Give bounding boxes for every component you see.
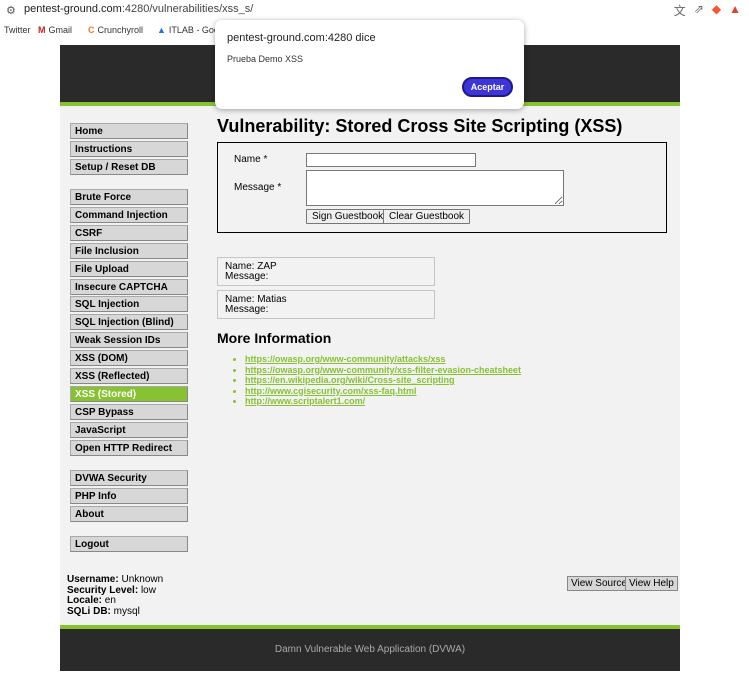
list-item: http://www.cgisecurity.com/xss-faq.html [245,386,521,397]
menu-item-xss-stored[interactable]: XSS (Stored) [70,385,188,402]
google-drive-icon: ▲ [157,25,166,35]
menu-item-insecure-captcha[interactable]: Insecure CAPTCHA [70,278,188,295]
sign-guestbook-button[interactable]: Sign Guestbook [306,209,390,224]
view-source-button[interactable]: View Source [567,576,631,591]
menu-item-logout[interactable]: Logout [70,536,188,552]
dialog-accept-button[interactable]: Aceptar [462,77,513,97]
clear-guestbook-button[interactable]: Clear Guestbook [383,209,471,224]
message-textarea[interactable] [306,170,564,206]
guestbook-form: Name * Message * Sign Guestbook Clear Gu… [217,142,667,233]
gmail-icon: M [38,25,46,35]
translate-icon[interactable]: 文 [674,2,686,19]
username-label: Username: [67,574,119,585]
view-help-button[interactable]: View Help [625,576,678,591]
dvwa-container: Home Instructions Setup / Reset DB Brute Fo… [60,45,680,671]
info-link[interactable]: http://www.scriptalert1.com/ [245,396,365,406]
menu-item-file-upload[interactable]: File Upload [70,260,188,277]
sqli-db-value: mysql [113,605,140,617]
guestbook-entry: Name: ZAP Message: [217,257,435,286]
menu-item-brute-force[interactable]: Brute Force [70,189,188,205]
menu-item-file-inclusion[interactable]: File Inclusion [70,242,188,259]
menu-item-weak-session-ids[interactable]: Weak Session IDs [70,332,188,349]
sqli-db-label: SQLi DB: [67,605,111,617]
bookmark-itlab[interactable]: ▲ ITLAB - Goc [157,25,218,35]
bookmark-crunchyroll[interactable]: C Crunchyroll [88,25,143,35]
info-link[interactable]: https://owasp.org/www-community/xss-filt… [245,365,521,375]
menu-item-setup-reset-db[interactable]: Setup / Reset DB [70,158,188,175]
more-information-heading: More Information [217,330,332,346]
page: Home Instructions Setup / Reset DB Brute Fo… [0,42,749,673]
url-text[interactable]: pentest-ground.com:4280/vulnerabilities/… [24,3,253,15]
locale-label: Locale: [67,595,103,606]
page-title: Vulnerability: Stored Cross Site Scripti… [217,116,623,136]
menu-item-csrf[interactable]: CSRF [70,224,188,241]
menu-item-command-injection[interactable]: Command Injection [70,206,188,223]
locale-value: en [104,595,116,606]
menu-item-about[interactable]: About [70,505,188,522]
share-icon[interactable]: ⇗ [694,2,704,19]
dialog-title: pentest-ground.com:4280 dice [227,32,376,44]
security-level-label: Security Level: [67,584,139,596]
menu-item-sql-injection[interactable]: SQL Injection [70,296,188,313]
browser-address-bar[interactable]: ⚙ pentest-ground.com:4280/vulnerabilitie… [0,0,749,20]
guestbook-entry: Name: Matias Message: [217,290,435,319]
list-item: https://en.wikipedia.org/wiki/Cross-site… [245,375,521,386]
menu-item-csp-bypass[interactable]: CSP Bypass [70,403,188,420]
list-item: http://www.scriptalert1.com/ [245,396,521,407]
list-item: https://owasp.org/www-community/xss-filt… [245,365,521,376]
site-settings-icon[interactable]: ⚙ [6,4,16,17]
dialog-message: Prueba Demo XSS [227,54,304,64]
more-information-links: https://owasp.org/www-community/attacks/… [235,354,521,407]
bookmark-twitter[interactable]: Twitter [4,25,31,35]
session-status: Username: Unknown Security Level: low Lo… [67,574,164,617]
menu-item-dvwa-security[interactable]: DVWA Security [70,470,188,486]
message-label: Message * [234,182,282,193]
menu-item-instructions[interactable]: Instructions [70,140,188,157]
entry-message: Message: [225,304,269,315]
brave-icon[interactable]: ◆ [712,2,721,19]
info-link[interactable]: http://www.cgisecurity.com/xss-faq.html [245,386,417,396]
crunchyroll-icon: C [88,25,95,35]
menu-item-sql-injection-blind[interactable]: SQL Injection (Blind) [70,314,188,331]
menu-item-home[interactable]: Home [70,123,188,139]
menu-item-open-http-redirect[interactable]: Open HTTP Redirect [70,439,188,456]
name-input[interactable] [306,153,476,167]
username-value: Unknown [121,574,164,585]
menu-item-xss-reflected[interactable]: XSS (Reflected) [70,368,188,384]
menu-item-php-info[interactable]: PHP Info [70,487,188,504]
bookmark-gmail[interactable]: M Gmail [38,25,72,35]
name-label: Name * [234,154,268,165]
entry-message: Message: [225,271,269,282]
footer: Damn Vulnerable Web Application (DVWA) [60,629,680,671]
list-item: https://owasp.org/www-community/attacks/… [245,354,521,365]
menu-item-javascript[interactable]: JavaScript [70,421,188,438]
brave-rewards-icon[interactable]: ▲ [729,2,741,19]
info-link[interactable]: https://en.wikipedia.org/wiki/Cross-site… [245,375,455,385]
alert-dialog: pentest-ground.com:4280 dice Prueba Demo… [215,20,524,109]
info-link[interactable]: https://owasp.org/www-community/attacks/… [245,354,446,364]
security-level-value: low [140,584,156,596]
menu-item-xss-dom[interactable]: XSS (DOM) [70,350,188,367]
